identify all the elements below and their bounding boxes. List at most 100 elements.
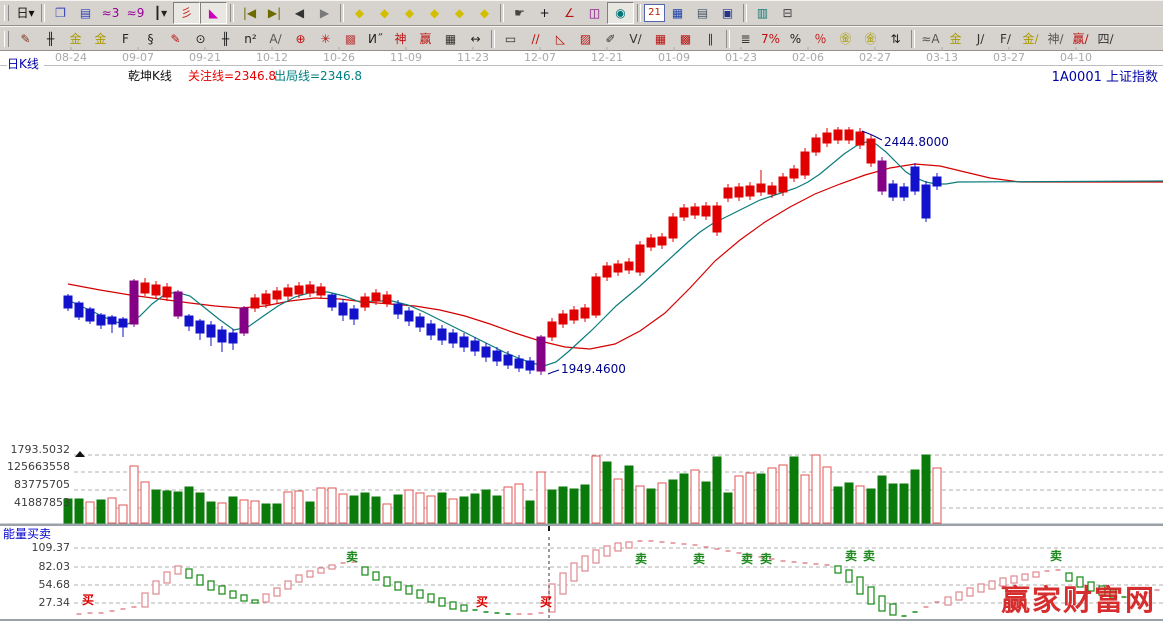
candle: [735, 187, 743, 197]
volume-bar: [152, 490, 160, 523]
candle: [922, 185, 930, 218]
volume-bar: [284, 492, 292, 523]
volume-bar: [108, 498, 116, 523]
volume-bar: [273, 504, 281, 523]
energy-mark: [285, 581, 291, 589]
candle: [295, 286, 303, 294]
energy-mark: [296, 575, 302, 582]
volume-bar: [361, 493, 369, 523]
energy-mark: [1011, 576, 1017, 583]
candle: [372, 293, 380, 301]
candle: [812, 138, 820, 152]
energy-mark: [263, 594, 269, 602]
energy-mark: [318, 568, 324, 573]
candle: [526, 361, 534, 370]
energy-mark: [615, 543, 621, 551]
candle: [680, 208, 688, 217]
candle: [405, 311, 413, 321]
energy-mark: [373, 572, 379, 580]
volume-bar: [97, 500, 105, 523]
candle: [240, 308, 248, 333]
volume-bar: [460, 497, 468, 523]
volume-bar: [724, 493, 732, 523]
energy-mark: [868, 587, 874, 604]
volume-bar: [779, 465, 787, 523]
volume-bar: [196, 493, 204, 523]
volume-bar: [350, 496, 358, 523]
energy-mark: [164, 572, 170, 583]
energy-mark: [1099, 586, 1105, 595]
candle: [350, 309, 358, 319]
candle: [438, 329, 446, 340]
candle: [339, 303, 347, 315]
volume-bar: [592, 456, 600, 523]
candle: [504, 355, 512, 365]
candle: [174, 292, 182, 316]
volume-bar: [801, 475, 809, 523]
volume-bar: [680, 474, 688, 523]
candle: [262, 294, 270, 304]
volume-bar: [845, 483, 853, 523]
candle: [97, 315, 105, 325]
volume-bar: [889, 484, 897, 523]
volume-bar: [86, 502, 94, 523]
energy-mark: [989, 581, 995, 589]
candle: [911, 167, 919, 191]
volume-bar: [625, 466, 633, 523]
candle: [592, 277, 600, 315]
candle: [801, 152, 809, 175]
candle: [185, 316, 193, 326]
candle: [218, 330, 226, 342]
volume-bar: [471, 494, 479, 523]
candle: [713, 206, 721, 232]
volume-bar: [537, 472, 545, 523]
energy-mark: [406, 586, 412, 594]
volume-bar: [427, 496, 435, 523]
energy-mark: [450, 602, 456, 609]
volume-bar: [691, 470, 699, 523]
volume-bar: [317, 488, 325, 523]
candle: [867, 139, 875, 163]
energy-mark: [417, 590, 423, 598]
candle: [548, 322, 556, 337]
energy-mark: [153, 581, 159, 594]
volume-bar: [328, 488, 336, 523]
candle: [196, 321, 204, 333]
candle: [889, 184, 897, 197]
candle: [108, 317, 116, 324]
volume-bar: [130, 466, 138, 523]
volume-bar: [559, 487, 567, 523]
energy-mark: [362, 567, 368, 575]
volume-bar: [581, 485, 589, 523]
volume-bar: [790, 457, 798, 523]
volume-bar: [933, 468, 941, 523]
energy-mark: [890, 604, 896, 615]
candle: [515, 359, 523, 368]
volume-bar: [416, 493, 424, 523]
energy-mark: [1033, 572, 1039, 577]
energy-mark: [1022, 574, 1028, 580]
candle: [647, 238, 655, 247]
candle: [152, 285, 160, 295]
volume-bar: [757, 474, 765, 523]
candle: [570, 310, 578, 320]
volume-bar: [262, 504, 270, 523]
candle: [75, 303, 83, 317]
candle: [416, 317, 424, 327]
volume-bar: [911, 470, 919, 523]
energy-mark: [1077, 577, 1083, 587]
candle: [845, 130, 853, 140]
energy-mark: [186, 569, 192, 578]
volume-bar: [306, 502, 314, 523]
chart-canvas[interactable]: [0, 0, 1163, 622]
volume-bar: [614, 479, 622, 523]
volume-bar: [768, 468, 776, 523]
volume-bar: [867, 489, 875, 523]
energy-mark: [208, 581, 214, 590]
volume-bar: [339, 494, 347, 523]
volume-bar: [185, 487, 193, 523]
energy-mark: [230, 591, 236, 598]
energy-mark: [879, 596, 885, 611]
candle: [933, 177, 941, 186]
energy-mark: [461, 605, 467, 611]
